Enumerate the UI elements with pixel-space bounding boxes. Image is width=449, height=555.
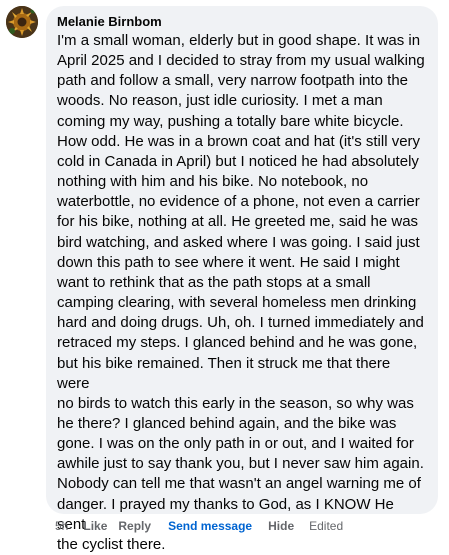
- comment-bubble: Melanie Birnbom I'm a small woman, elder…: [46, 6, 438, 553]
- reply-button[interactable]: Reply: [118, 518, 151, 534]
- comment: Melanie Birnbom I'm a small woman, elder…: [0, 0, 449, 553]
- comment-actions: 5h Like Reply Send message Hide Edited: [55, 518, 343, 534]
- comment-line: woods. No reason, just idle curiosity. I…: [57, 92, 383, 110]
- comment-author[interactable]: Melanie Birnbom: [57, 14, 426, 30]
- hide-button[interactable]: Hide: [268, 518, 294, 534]
- edited-label[interactable]: Edited: [309, 518, 343, 534]
- comment-line: path and follow a small, very narrow foo…: [57, 72, 409, 90]
- avatar[interactable]: [6, 6, 38, 38]
- comment-line: hard and doing drugs. Uh, oh. I turned i…: [57, 314, 424, 332]
- comment-line: awhile just to say thank you, but I neve…: [57, 455, 424, 473]
- comment-line: I'm a small woman, elderly but in good s…: [57, 32, 421, 49]
- timestamp-link[interactable]: 5h: [55, 518, 68, 534]
- comment-line: he there? I glanced behind again, and th…: [57, 414, 397, 432]
- comment-line: retraced my steps. I glanced behind and …: [57, 334, 418, 352]
- comment-line: but his bike remained. Then it struck me…: [57, 354, 391, 392]
- comment-line: Nobody can tell me that wasn't an angel …: [57, 475, 421, 493]
- comment-line: for his bike, nothing at all. He greeted…: [57, 213, 419, 231]
- comment-line: bird watching, and asked where I was goi…: [57, 233, 420, 251]
- comment-line: April 2025 and I decided to stray from m…: [57, 52, 425, 70]
- comment-line: waterbottle, no evidence of a phone, not…: [57, 193, 420, 211]
- comment-line: no birds to watch this early in the seas…: [57, 394, 414, 412]
- like-button[interactable]: Like: [83, 518, 107, 534]
- comment-line: down this path to see where it went. He …: [57, 253, 400, 271]
- comment-line: cold in Canada in April) but I noticed h…: [57, 152, 419, 170]
- comment-line: gone. I was on the only path in or out, …: [57, 435, 414, 453]
- comment-line: nothing with him and his bike. No notebo…: [57, 173, 369, 191]
- send-message-button[interactable]: Send message: [168, 518, 252, 534]
- comment-line: camping clearing, with several homeless …: [57, 294, 417, 312]
- comment-line: the cyclist there.: [57, 535, 166, 553]
- comment-line: coming my way, pushing a totally bare wh…: [57, 112, 404, 130]
- profile-photo-icon: [6, 6, 38, 38]
- comment-text: I'm a small woman, elderly but in good s…: [57, 31, 426, 555]
- comment-line: want to rethink that as the path stops a…: [57, 273, 371, 291]
- comment-line: How odd. He was in a brown coat and hat …: [57, 132, 421, 150]
